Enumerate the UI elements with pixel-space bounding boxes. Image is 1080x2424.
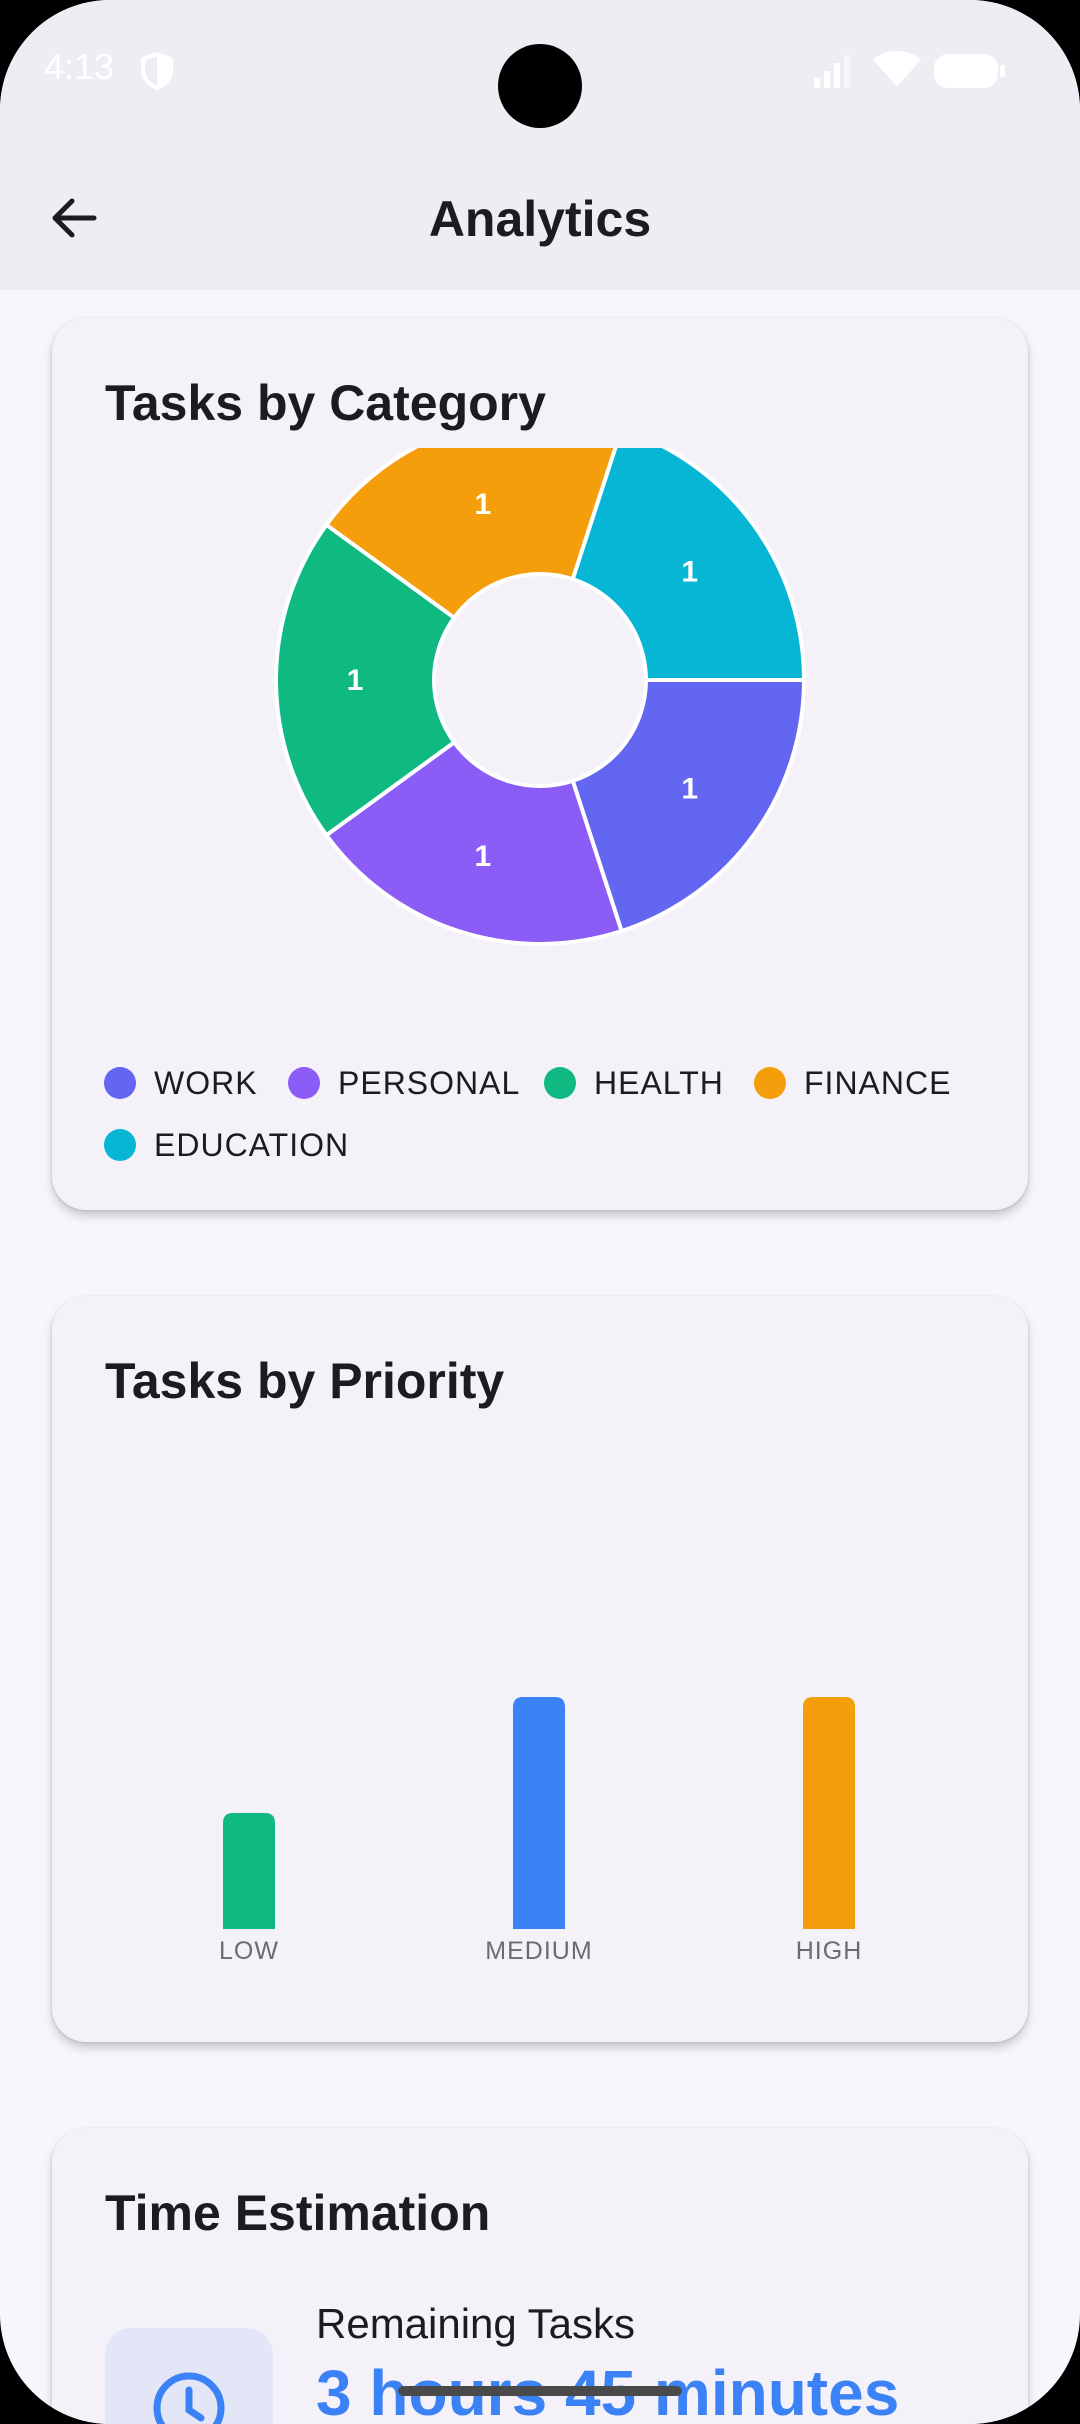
- wifi-icon: [873, 51, 921, 86]
- donut-value-label: 1: [347, 664, 364, 697]
- status-time: 4:13: [44, 46, 115, 87]
- legend-dot: [288, 1067, 320, 1099]
- legend-dot: [104, 1129, 136, 1161]
- time-estimation-card: Time Estimation Remaining Tasks 3 hours …: [52, 2128, 1028, 2424]
- bar-low: [223, 1813, 275, 1929]
- legend-item-personal: PERSONAL: [288, 1063, 520, 1103]
- legend-item-work: WORK: [104, 1063, 258, 1103]
- priority-card-title: Tasks by Priority: [105, 1353, 505, 1409]
- shield-icon: [141, 52, 173, 90]
- legend-item-health: HEALTH: [544, 1063, 724, 1103]
- app-bar: Analytics: [0, 150, 1080, 290]
- legend-item-finance: FINANCE: [754, 1063, 951, 1103]
- legend-label: FINANCE: [804, 1064, 952, 1101]
- legend-dot: [104, 1067, 136, 1099]
- donut-value-label: 1: [681, 773, 698, 806]
- legend-label: HEALTH: [594, 1064, 724, 1101]
- bar-category-label: MEDIUM: [485, 1937, 592, 1965]
- donut-value-label: 1: [474, 488, 491, 521]
- legend-dot: [544, 1067, 576, 1099]
- priority-bar-chart: LOW MEDIUM HIGH: [219, 1697, 863, 1965]
- legend-label: PERSONAL: [338, 1064, 521, 1101]
- legend-label: EDUCATION: [154, 1126, 350, 1163]
- home-indicator[interactable]: [398, 2386, 682, 2396]
- donut-value-label: 1: [474, 840, 491, 873]
- bar-category-label: LOW: [219, 1937, 279, 1965]
- remaining-tasks-label: Remaining Tasks: [316, 2300, 636, 2347]
- bar-high: [803, 1697, 855, 1929]
- clock-icon-box: [105, 2328, 273, 2424]
- screen: 4:13 Analytics Tasks by Category 1 1 1 1 1 W…: [0, 0, 1080, 2424]
- clock-icon: [153, 2372, 225, 2424]
- time-estimation-title: Time Estimation: [105, 2185, 491, 2241]
- bar-medium: [513, 1697, 565, 1929]
- legend-dot: [754, 1067, 786, 1099]
- bar-category-label: HIGH: [796, 1937, 863, 1965]
- camera-cutout: [498, 44, 582, 128]
- legend-item-education: EDUCATION: [104, 1125, 349, 1165]
- battery-icon: [934, 54, 1005, 88]
- priority-card: Tasks by Priority LOW MEDIUM HIGH: [52, 1296, 1028, 2042]
- legend-label: WORK: [154, 1064, 258, 1101]
- status-bar: 4:13: [0, 0, 1080, 150]
- category-card-title: Tasks by Category: [105, 375, 546, 431]
- category-card: Tasks by Category 1 1 1 1 1 WORK PERSONAL HE…: [52, 318, 1028, 1210]
- page-title: Analytics: [428, 191, 652, 247]
- category-donut-chart: 1 1 1 1 1: [274, 448, 807, 946]
- signal-icon: [814, 55, 850, 88]
- donut-value-label: 1: [681, 555, 698, 588]
